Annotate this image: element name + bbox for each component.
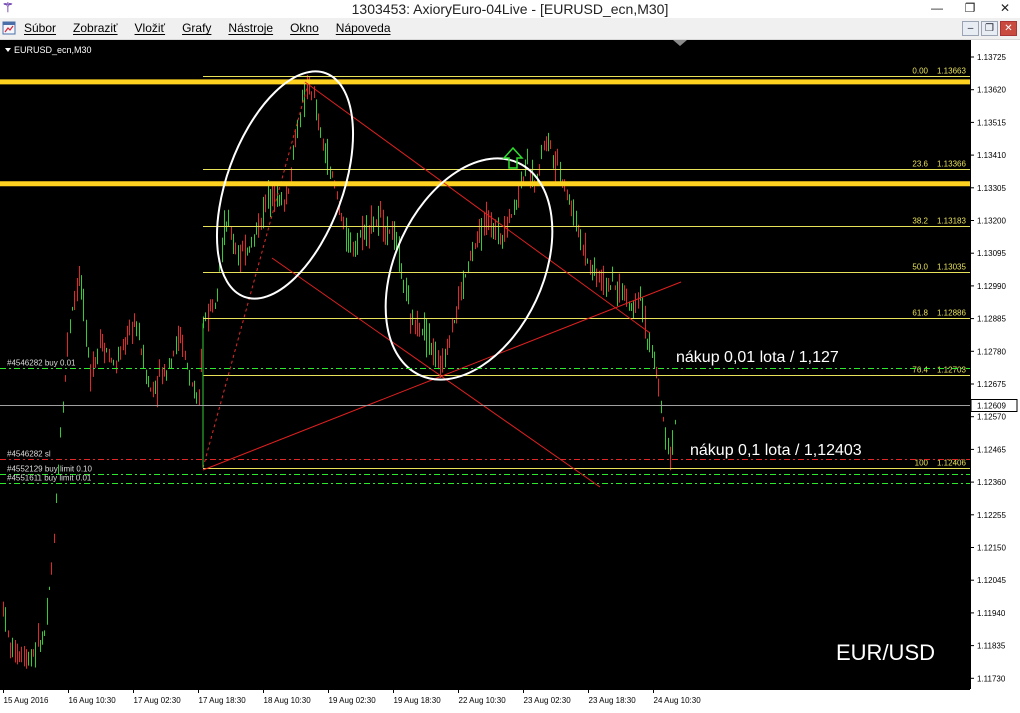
price-tick-label: 1.12990	[977, 282, 1006, 291]
price-tick-label: 1.13410	[977, 151, 1006, 160]
price-tick-label: 1.13620	[977, 86, 1006, 95]
fib-price-label: 1.13035	[937, 263, 966, 272]
price-tick-label: 1.12465	[977, 445, 1006, 454]
price-chart[interactable]: EURUSD_ecn,M30 0.00 1.13663 23.6 1.13366 38.2…	[0, 40, 1020, 713]
price-tick-label: 1.13305	[977, 184, 1006, 193]
price-tick-label: 1.13200	[977, 217, 1006, 226]
fib-level-label: 38.2	[912, 217, 928, 226]
symbol-watermark: EUR/USD	[836, 640, 935, 665]
fib-level-label: 50.0	[912, 263, 928, 272]
fib-level-label: 61.8	[912, 309, 928, 318]
mdi-close-button[interactable]: ✕	[1000, 21, 1017, 36]
fib-price-label: 1.13663	[937, 67, 966, 76]
fib-level-label: 23.6	[912, 160, 928, 169]
price-tick-label: 1.12045	[977, 576, 1006, 585]
menu-item-tools[interactable]: Nástroje	[228, 18, 273, 39]
price-tick-label: 1.12675	[977, 380, 1006, 389]
order-label: #4552129 buy limit 0.10	[7, 465, 93, 474]
fib-level-label: 0.00	[912, 67, 928, 76]
time-tick-label: 17 Aug 18:30	[199, 696, 247, 705]
price-tick-label: 1.13515	[977, 118, 1006, 127]
time-tick-label: 18 Aug 10:30	[264, 696, 312, 705]
menu-bar: Súbor Zobraziť Vložiť Grafy Nástroje Okn…	[0, 18, 1020, 40]
price-tick-label: 1.11730	[977, 674, 1006, 683]
window-restore-button[interactable]: ❐	[955, 0, 985, 16]
order-label: #4546282 buy 0.01	[7, 359, 76, 368]
price-tick-label: 1.11835	[977, 642, 1006, 651]
time-tick-label: 23 Aug 18:30	[589, 696, 637, 705]
price-tick-label: 1.12255	[977, 511, 1006, 520]
annotation-buy-small: nákup 0,01 lota / 1,127	[676, 349, 839, 366]
menu-item-insert[interactable]: Vložiť	[135, 18, 166, 39]
time-tick-label: 19 Aug 02:30	[329, 696, 377, 705]
menu-item-window[interactable]: Okno	[290, 18, 319, 39]
time-tick-label: 24 Aug 10:30	[654, 696, 702, 705]
menu-item-charts[interactable]: Grafy	[182, 18, 211, 39]
fib-price-label: 1.12703	[937, 366, 966, 375]
order-label: #4546282 sl	[7, 450, 51, 459]
order-label: #4551611 buy limit 0.01	[7, 474, 92, 483]
window-title: 1303453: AxioryEuro-04Live - [EURUSD_ecn…	[351, 1, 669, 17]
time-tick-label: 23 Aug 02:30	[524, 696, 572, 705]
fib-price-label: 1.13366	[937, 160, 966, 169]
window-close-button[interactable]: ✕	[990, 0, 1020, 16]
mdi-restore-button[interactable]: ❐	[981, 21, 998, 36]
fib-level-label: 76.4	[912, 366, 928, 375]
fib-price-label: 1.12886	[937, 309, 966, 318]
time-tick-label: 15 Aug 2016	[4, 696, 49, 705]
chart-window[interactable]: EURUSD_ecn,M30 0.00 1.13663 23.6 1.13366 38.2…	[0, 40, 1020, 713]
menu-item-help[interactable]: Nápoveda	[336, 18, 391, 39]
current-price-label: 1.12609	[977, 402, 1006, 411]
time-tick-label: 22 Aug 10:30	[459, 696, 507, 705]
menu-item-view[interactable]: Zobraziť	[73, 18, 118, 39]
price-tick-label: 1.12150	[977, 544, 1006, 553]
price-tick-label: 1.13725	[977, 53, 1006, 62]
title-bar: ⚚ 1303453: AxioryEuro-04Live - [EURUSD_e…	[0, 0, 1020, 18]
time-tick-label: 19 Aug 18:30	[394, 696, 442, 705]
window-minimize-button[interactable]: —	[922, 0, 952, 16]
price-tick-label: 1.11940	[977, 609, 1006, 618]
price-tick-label: 1.12360	[977, 478, 1006, 487]
mdi-minimize-button[interactable]: –	[962, 21, 979, 36]
menu-item-file[interactable]: Súbor	[24, 18, 56, 39]
time-tick-label: 16 Aug 10:30	[69, 696, 117, 705]
time-tick-label: 17 Aug 02:30	[134, 696, 182, 705]
chart-document-icon[interactable]	[2, 21, 16, 35]
price-tick-label: 1.12780	[977, 347, 1006, 356]
fib-price-label: 1.13183	[937, 217, 966, 226]
price-tick-label: 1.12885	[977, 315, 1006, 324]
annotation-buy-large: nákup 0,1 lota / 1,12403	[690, 442, 862, 459]
price-tick-label: 1.12570	[977, 413, 1006, 422]
price-tick-label: 1.13095	[977, 249, 1006, 258]
symbol-label: EURUSD_ecn,M30	[14, 45, 92, 55]
